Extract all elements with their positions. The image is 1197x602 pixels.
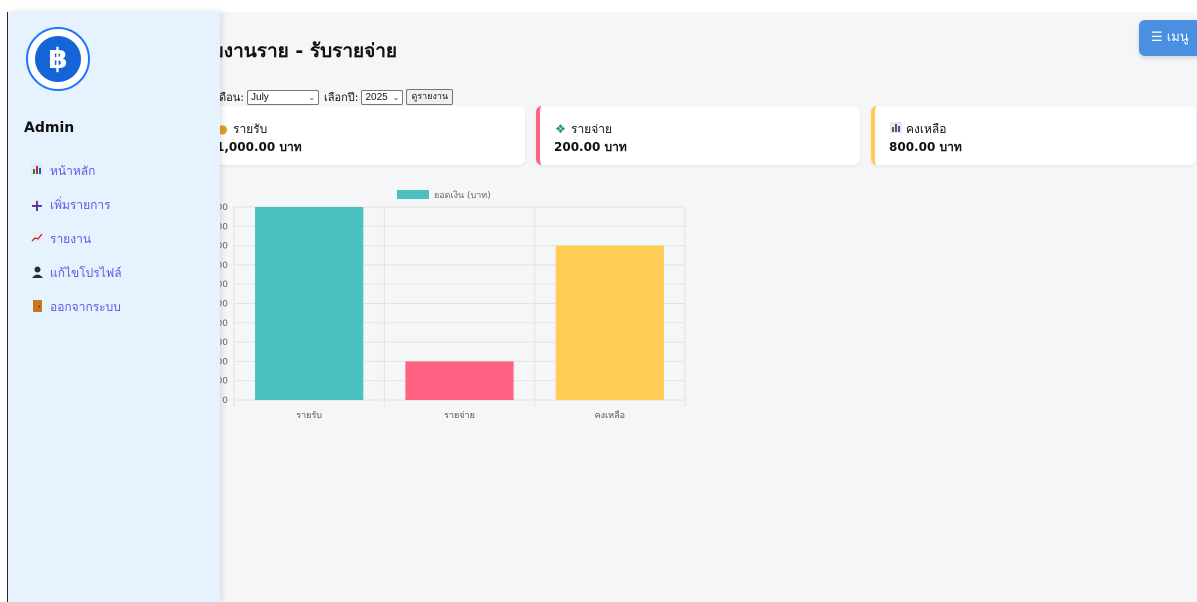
balance-value: 800.00 บาท [889, 140, 962, 154]
door-icon [30, 299, 44, 315]
baht-icon: ฿ [35, 36, 81, 82]
x-tick-label: คงเหลือ [595, 410, 625, 421]
sidebar-item-add[interactable]: + เพิ่มรายการ [30, 188, 122, 222]
income-card: ● รายรับ 1,000.00 บาท [202, 106, 525, 165]
app-window: ายงานราย - รับรายจ่าย อกเดือน: July ⌄ เล… [0, 0, 1197, 602]
chevron-down-icon: ⌄ [308, 92, 316, 102]
legend-label: ยอดเงิน (บาท) [434, 190, 491, 201]
year-value: 2025 [365, 91, 388, 103]
x-tick-label: รายจ่าย [444, 411, 475, 421]
view-report-button[interactable]: ดูรายงาน [406, 89, 454, 105]
sidebar-item-profile[interactable]: แก้ไขโปรไฟล์ [30, 256, 122, 290]
sidebar-item-label: หน้าหลัก [50, 163, 96, 178]
sidebar-item-label: เพิ่มรายการ [50, 197, 111, 212]
income-value: 1,000.00 บาท [216, 140, 302, 154]
plus-icon: + [30, 195, 44, 215]
legend-swatch [397, 190, 429, 199]
expense-value: 200.00 บาท [554, 140, 627, 154]
year-select[interactable]: 2025 ⌄ [361, 89, 404, 105]
logo: ฿ [26, 27, 90, 91]
sidebar-item-home[interactable]: หน้าหลัก [30, 154, 122, 188]
year-label: เลือกปี: [324, 91, 359, 104]
chevron-down-icon: ⌄ [392, 92, 400, 102]
income-label: รายรับ [233, 122, 268, 136]
expense-card: ❖ รายจ่าย 200.00 บาท [536, 106, 860, 165]
bar [255, 207, 364, 400]
x-tick-label: รายรับ [296, 411, 322, 421]
sidebar-item-label: แก้ไขโปรไฟล์ [50, 265, 122, 280]
user-icon [30, 266, 44, 281]
sidebar-item-label: รายงาน [50, 231, 92, 246]
balance-card: คงเหลือ 800.00 บาท [871, 106, 1196, 165]
bar-chart-icon [889, 122, 902, 136]
user-name: Admin [24, 120, 75, 136]
menu-button[interactable]: ☰ เมนู [1139, 20, 1197, 56]
y-tick-label: 0 [222, 396, 228, 406]
line-chart-icon [30, 232, 44, 246]
top-strip [0, 0, 1197, 12]
bar-chart-icon [30, 164, 44, 178]
bar [405, 361, 514, 400]
sidebar-item-label: ออกจากระบบ [50, 299, 121, 314]
balance-label: คงเหลือ [906, 122, 947, 136]
sidebar-nav: หน้าหลัก + เพิ่มรายการ รายงาน แก้ไขโปรไฟ… [30, 154, 122, 324]
bar [555, 245, 664, 400]
page-title: ายงานราย - รับรายจ่าย [202, 40, 398, 62]
sidebar-item-logout[interactable]: ออกจากระบบ [30, 290, 122, 324]
month-value: July [251, 91, 269, 103]
bar-chart: 01002003004005006007008009001000รายรับรา… [205, 190, 686, 421]
sidebar-item-report[interactable]: รายงาน [30, 222, 122, 256]
window-edge [0, 12, 8, 602]
report-filter: อกเดือน: July ⌄ เลือกปี: 2025 ⌄ ดูรายงาน [202, 89, 454, 105]
summary-chart: 01002003004005006007008009001000รายรับรา… [202, 180, 702, 430]
expense-label: รายจ่าย [571, 122, 613, 136]
money-with-wings-icon: ❖ [555, 122, 566, 136]
sidebar: ฿ Admin หน้าหลัก + เพิ่มรายการ รายงาน แก… [8, 12, 220, 602]
month-select[interactable]: July ⌄ [247, 89, 320, 105]
